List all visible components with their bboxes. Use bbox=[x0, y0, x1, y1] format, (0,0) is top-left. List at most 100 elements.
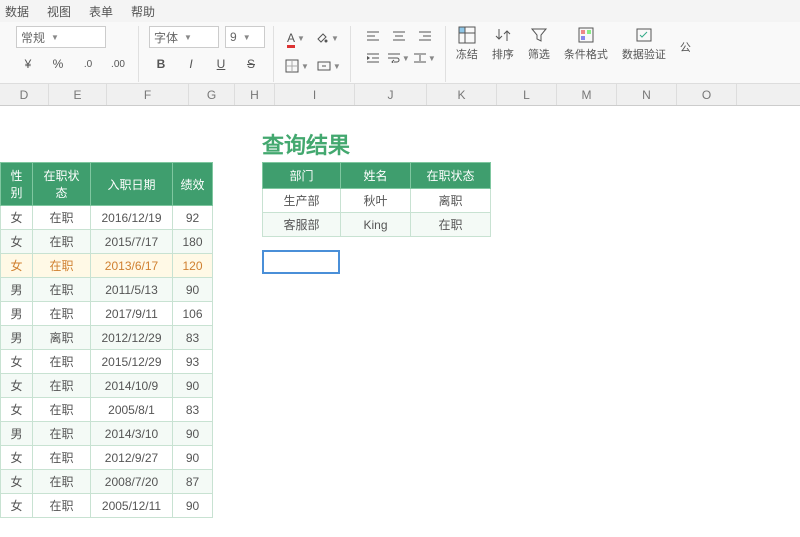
cell-dept[interactable]: 生产部 bbox=[263, 189, 341, 213]
cell-date[interactable]: 2014/3/10 bbox=[91, 422, 173, 446]
table-row[interactable]: 生产部秋叶离职 bbox=[263, 189, 491, 213]
formula-button[interactable]: 公 bbox=[680, 33, 691, 55]
valign-button[interactable]: ▼ bbox=[413, 48, 437, 68]
cell-gender[interactable]: 女 bbox=[1, 206, 33, 230]
table-row[interactable]: 女在职2008/7/2087 bbox=[1, 470, 213, 494]
table-row[interactable]: 女在职2005/8/183 bbox=[1, 398, 213, 422]
cell-score[interactable]: 90 bbox=[173, 422, 213, 446]
cell-date[interactable]: 2008/7/20 bbox=[91, 470, 173, 494]
cell-status[interactable]: 在职 bbox=[33, 350, 91, 374]
table-row[interactable]: 客服部King在职 bbox=[263, 213, 491, 237]
cell-status[interactable]: 在职 bbox=[33, 470, 91, 494]
column-header-G[interactable]: G bbox=[189, 84, 235, 105]
column-header-K[interactable]: K bbox=[427, 84, 497, 105]
table-row[interactable]: 女在职2014/10/990 bbox=[1, 374, 213, 398]
cell-score[interactable]: 92 bbox=[173, 206, 213, 230]
underline-button[interactable]: U bbox=[209, 52, 233, 76]
cell-status[interactable]: 在职 bbox=[33, 278, 91, 302]
column-header-N[interactable]: N bbox=[617, 84, 677, 105]
menu-data[interactable]: 数据 bbox=[5, 3, 29, 20]
cell-date[interactable]: 2017/9/11 bbox=[91, 302, 173, 326]
column-header-M[interactable]: M bbox=[557, 84, 617, 105]
cell-status[interactable]: 在职 bbox=[33, 422, 91, 446]
align-right-button[interactable] bbox=[413, 26, 437, 46]
column-header-H[interactable]: H bbox=[235, 84, 275, 105]
merge-cells-button[interactable]: ▼ bbox=[316, 54, 342, 78]
table-row[interactable]: 男在职2014/3/1090 bbox=[1, 422, 213, 446]
column-header-D[interactable]: D bbox=[0, 84, 49, 105]
borders-button[interactable]: ▼ bbox=[284, 54, 310, 78]
cell-gender[interactable]: 女 bbox=[1, 494, 33, 518]
cell-score[interactable]: 120 bbox=[173, 254, 213, 278]
cell-date[interactable]: 2005/8/1 bbox=[91, 398, 173, 422]
active-cell[interactable] bbox=[262, 250, 340, 274]
cell-status[interactable]: 在职 bbox=[33, 206, 91, 230]
filter-button[interactable]: 筛选 bbox=[528, 26, 550, 62]
cell-gender[interactable]: 男 bbox=[1, 422, 33, 446]
cell-date[interactable]: 2015/12/29 bbox=[91, 350, 173, 374]
percent-button[interactable]: % bbox=[46, 52, 70, 76]
column-header-I[interactable]: I bbox=[275, 84, 355, 105]
cell-name[interactable]: 秋叶 bbox=[341, 189, 411, 213]
cell-status[interactable]: 在职 bbox=[411, 213, 491, 237]
cell-gender[interactable]: 女 bbox=[1, 254, 33, 278]
col-name[interactable]: 姓名 bbox=[341, 163, 411, 189]
col-joindate[interactable]: 入职日期 bbox=[91, 163, 173, 206]
cell-status[interactable]: 离职 bbox=[411, 189, 491, 213]
col-dept[interactable]: 部门 bbox=[263, 163, 341, 189]
cell-date[interactable]: 2012/12/29 bbox=[91, 326, 173, 350]
align-left-button[interactable] bbox=[361, 26, 385, 46]
cell-score[interactable]: 93 bbox=[173, 350, 213, 374]
column-header-O[interactable]: O bbox=[677, 84, 737, 105]
cell-gender[interactable]: 女 bbox=[1, 350, 33, 374]
cell-name[interactable]: King bbox=[341, 213, 411, 237]
cell-gender[interactable]: 女 bbox=[1, 374, 33, 398]
cell-gender[interactable]: 女 bbox=[1, 398, 33, 422]
cell-score[interactable]: 90 bbox=[173, 374, 213, 398]
cell-status[interactable]: 在职 bbox=[33, 494, 91, 518]
table-row[interactable]: 女在职2005/12/1190 bbox=[1, 494, 213, 518]
number-format-select[interactable]: 常规 ▼ bbox=[16, 26, 106, 48]
table-row[interactable]: 男离职2012/12/2983 bbox=[1, 326, 213, 350]
cell-status[interactable]: 在职 bbox=[33, 230, 91, 254]
font-size-select[interactable]: 9 ▼ bbox=[225, 26, 265, 48]
cell-date[interactable]: 2012/9/27 bbox=[91, 446, 173, 470]
menu-help[interactable]: 帮助 bbox=[131, 3, 155, 20]
cell-dept[interactable]: 客服部 bbox=[263, 213, 341, 237]
wrap-text-button[interactable]: ▼ bbox=[387, 48, 411, 68]
column-header-L[interactable]: L bbox=[497, 84, 557, 105]
column-header-J[interactable]: J bbox=[355, 84, 427, 105]
decimal-increase-button[interactable]: .0 bbox=[76, 52, 100, 76]
table-row[interactable]: 女在职2012/9/2790 bbox=[1, 446, 213, 470]
table-row[interactable]: 男在职2017/9/11106 bbox=[1, 302, 213, 326]
cell-status[interactable]: 在职 bbox=[33, 374, 91, 398]
cell-score[interactable]: 106 bbox=[173, 302, 213, 326]
col-status2[interactable]: 在职状态 bbox=[411, 163, 491, 189]
bold-button[interactable]: B bbox=[149, 52, 173, 76]
cell-date[interactable]: 2005/12/11 bbox=[91, 494, 173, 518]
cond-format-button[interactable]: 条件格式 bbox=[564, 26, 608, 62]
freeze-button[interactable]: 冻结 bbox=[456, 26, 478, 62]
table-row[interactable]: 男在职2011/5/1390 bbox=[1, 278, 213, 302]
strike-button[interactable]: S bbox=[239, 52, 263, 76]
cell-date[interactable]: 2015/7/17 bbox=[91, 230, 173, 254]
cell-date[interactable]: 2016/12/19 bbox=[91, 206, 173, 230]
cell-status[interactable]: 在职 bbox=[33, 446, 91, 470]
cell-date[interactable]: 2011/5/13 bbox=[91, 278, 173, 302]
table-row[interactable]: 女在职2013/6/17120 bbox=[1, 254, 213, 278]
cell-score[interactable]: 90 bbox=[173, 494, 213, 518]
column-header-E[interactable]: E bbox=[49, 84, 107, 105]
indent-button[interactable] bbox=[361, 48, 385, 68]
cell-gender[interactable]: 女 bbox=[1, 230, 33, 254]
decimal-decrease-button[interactable]: .00 bbox=[106, 52, 130, 76]
col-score[interactable]: 绩效 bbox=[173, 163, 213, 206]
cell-status[interactable]: 离职 bbox=[33, 326, 91, 350]
data-validation-button[interactable]: 数据验证 bbox=[622, 26, 666, 62]
cell-status[interactable]: 在职 bbox=[33, 302, 91, 326]
cell-gender[interactable]: 男 bbox=[1, 326, 33, 350]
col-gender[interactable]: 性别 bbox=[1, 163, 33, 206]
cell-date[interactable]: 2014/10/9 bbox=[91, 374, 173, 398]
cell-gender[interactable]: 男 bbox=[1, 278, 33, 302]
cell-gender[interactable]: 男 bbox=[1, 302, 33, 326]
cell-score[interactable]: 90 bbox=[173, 446, 213, 470]
